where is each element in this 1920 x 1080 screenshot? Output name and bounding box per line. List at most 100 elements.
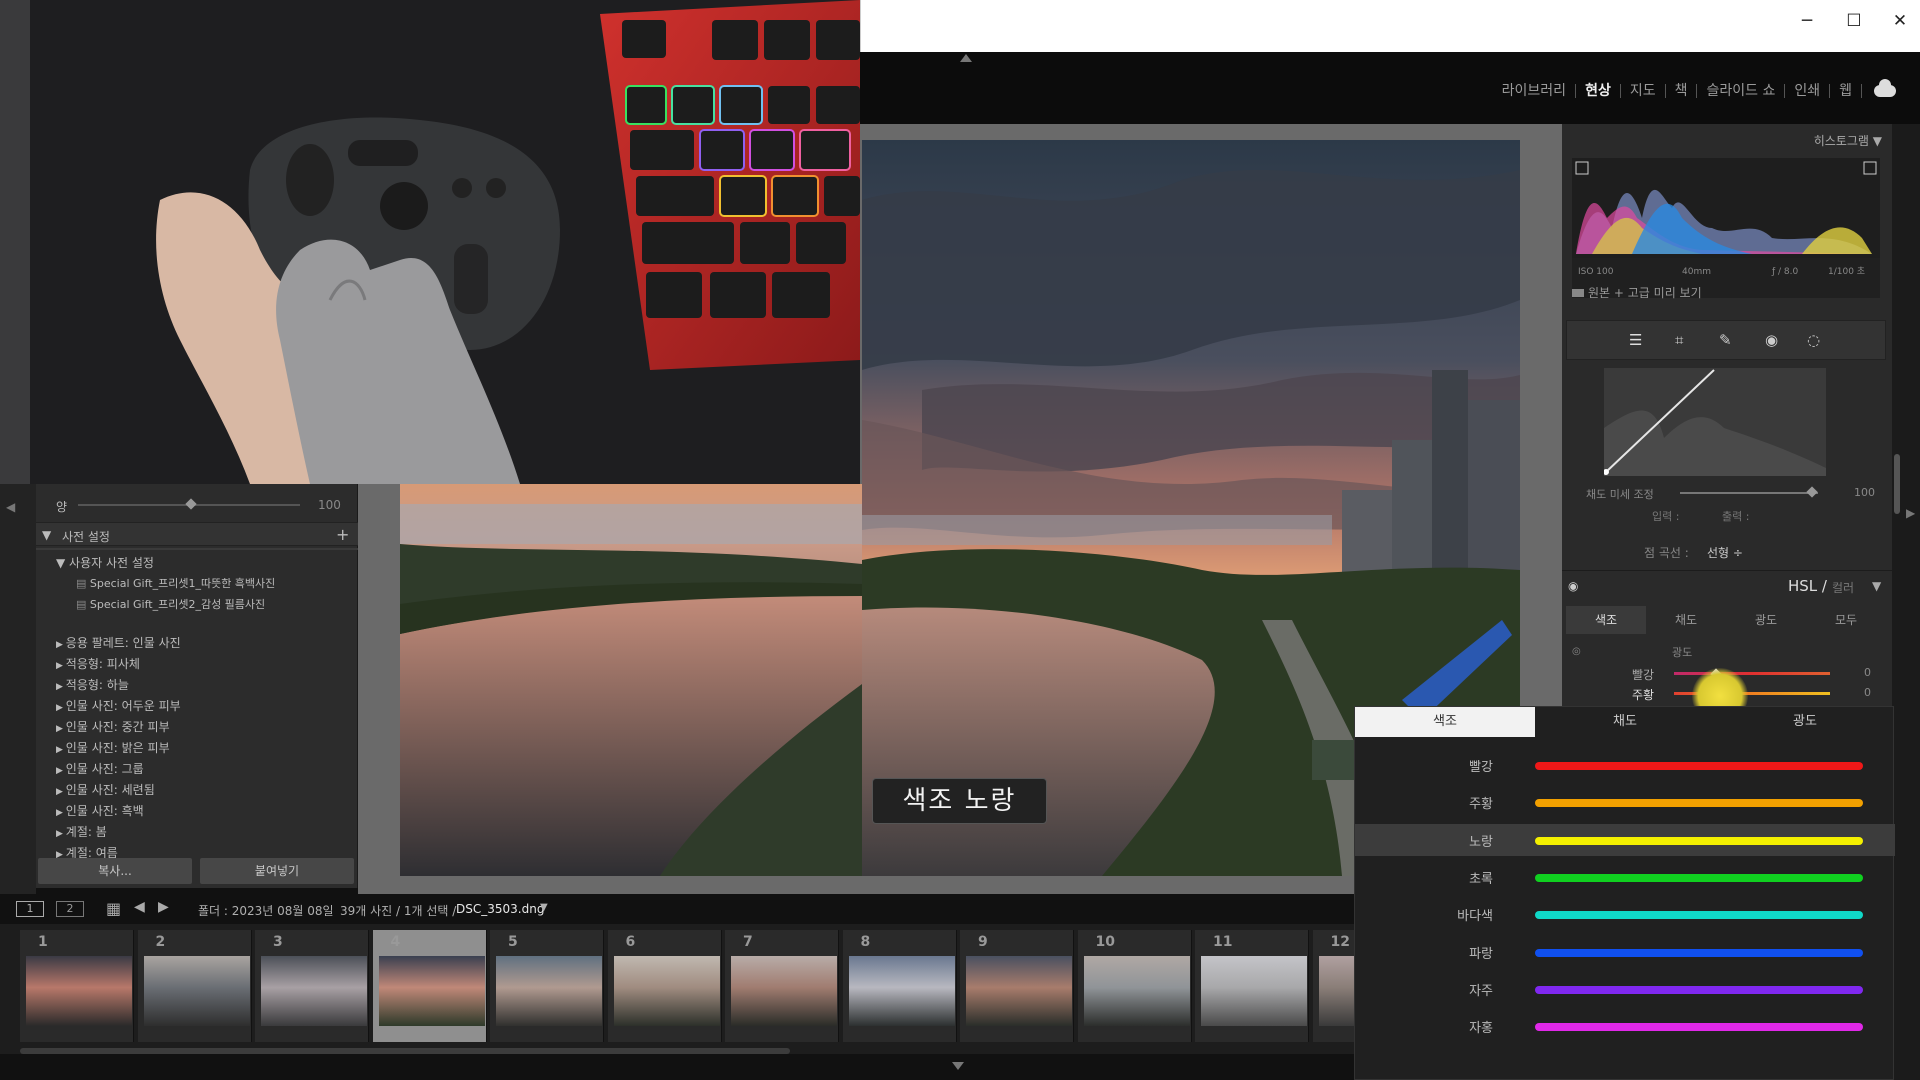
thumbnail-number: 10	[1095, 934, 1115, 950]
collapse-bottom-icon[interactable]	[952, 1062, 964, 1070]
preset-group[interactable]: ▶ 적응형: 피사체	[56, 655, 140, 672]
masking-icon[interactable]: ◌	[1807, 331, 1827, 349]
window-titlebar: ─ ☐ ✕	[860, 0, 1920, 52]
module-tab[interactable]: 책	[1666, 84, 1698, 98]
hsl-color-row[interactable]: 바다색	[1355, 898, 1895, 930]
presets-header[interactable]: ▼ 사전 설정 +	[36, 522, 358, 546]
collapse-top-icon[interactable]	[960, 54, 972, 62]
target-adjust-icon[interactable]: ◎	[1572, 646, 1581, 657]
filmstrip-thumbnail[interactable]: 4	[372, 930, 487, 1042]
hsl-color-row[interactable]: 파랑	[1355, 936, 1895, 968]
color-slider[interactable]	[1535, 948, 1863, 957]
preset-item[interactable]: ▤ Special Gift_프리셋1_따뜻한 흑백사진	[76, 575, 275, 591]
filmstrip-thumbnail[interactable]: 8	[842, 930, 957, 1042]
color-slider[interactable]	[1535, 873, 1863, 882]
minimize-button[interactable]: ─	[1790, 6, 1824, 36]
color-slider[interactable]	[1535, 799, 1863, 808]
preset-group[interactable]: ▶ 적응형: 하늘	[56, 676, 129, 693]
forward-arrow-icon[interactable]: ▶	[158, 899, 169, 915]
module-tab[interactable]: 슬라이드 쇼	[1697, 84, 1786, 98]
module-tab[interactable]: 현상	[1576, 84, 1621, 98]
preset-group[interactable]: ▶ 인물 사진: 그룹	[56, 760, 144, 777]
color-slider[interactable]	[1535, 911, 1863, 920]
overlay-tab-hue[interactable]: 색조	[1355, 707, 1535, 737]
preset-group[interactable]: ▶ 계절: 봄	[56, 823, 107, 840]
preset-group[interactable]: ▶ 인물 사진: 흑백	[56, 802, 144, 819]
hsl-color-row[interactable]: 초록	[1355, 861, 1895, 893]
preset-group[interactable]: ▶ 인물 사진: 중간 피부	[56, 718, 170, 735]
module-tab[interactable]: 라이브러리	[1493, 84, 1577, 98]
module-tab[interactable]: 웹	[1830, 84, 1862, 98]
hsl-tab-saturation[interactable]: 채도	[1646, 606, 1726, 634]
filename-dropdown-icon[interactable]: ▼	[540, 902, 548, 913]
filmstrip-thumbnail[interactable]: 5	[490, 930, 604, 1042]
module-tab[interactable]: 지도	[1621, 84, 1666, 98]
user-presets-group[interactable]: ▼ 사용자 사전 설정	[56, 554, 154, 571]
histogram-title: 히스토그램	[1813, 134, 1869, 148]
cloud-sync-icon[interactable]	[1874, 79, 1896, 97]
filmstrip-thumbnail[interactable]: 2	[137, 930, 252, 1042]
view-2-button[interactable]: 2	[56, 901, 84, 917]
expand-right-icon[interactable]: ▶	[1906, 506, 1915, 520]
preset-item[interactable]: ▤ Special Gift_프리셋2_감성 필름사진	[76, 596, 265, 612]
overlay-tab-luminance[interactable]: 광도	[1715, 707, 1895, 737]
red-eye-icon[interactable]: ◉	[1765, 331, 1785, 349]
add-preset-button[interactable]: +	[336, 525, 349, 544]
folder-label[interactable]: 폴더 : 2023년 08월 08일	[198, 902, 334, 919]
filmstrip-thumbnail[interactable]: 7	[725, 930, 839, 1042]
hsl-header[interactable]: ◉ HSL / 컬러 ▼	[1562, 570, 1892, 600]
maximize-button[interactable]: ☐	[1837, 6, 1871, 36]
point-curve-select[interactable]: 선형 ÷	[1707, 544, 1743, 561]
preview-toggle[interactable]: 원본 + 고급 미리 보기	[1572, 284, 1702, 301]
preset-group[interactable]: ▶ 응용 팔레트: 인물 사진	[56, 634, 181, 651]
back-arrow-icon[interactable]: ◀	[134, 899, 145, 915]
filename-label[interactable]: DSC_3503.dng	[456, 902, 544, 916]
filmstrip-thumbnail[interactable]: 1	[20, 930, 134, 1042]
histogram-header[interactable]: 히스토그램 ▼	[1562, 132, 1882, 149]
filmstrip-thumbnail[interactable]: 3	[255, 930, 369, 1042]
filmstrip-thumbnail[interactable]: 11	[1195, 930, 1309, 1042]
iso-readout: ISO 100	[1578, 267, 1614, 277]
hsl-tab-luminance[interactable]: 광도	[1726, 606, 1806, 634]
color-slider[interactable]	[1535, 1023, 1863, 1032]
amount-slider-thumb[interactable]	[185, 498, 197, 510]
tone-curve[interactable]	[1603, 368, 1826, 476]
filmstrip-scrollbar[interactable]	[20, 1048, 790, 1054]
hsl-tab-all[interactable]: 모두	[1806, 606, 1886, 634]
preset-group[interactable]: ▶ 인물 사진: 어두운 피부	[56, 697, 181, 714]
edit-sliders-icon[interactable]: ☰	[1629, 331, 1649, 349]
color-slider[interactable]	[1535, 762, 1863, 770]
expand-left-icon[interactable]: ◀	[6, 500, 15, 514]
hsl-color-row[interactable]: 주황	[1355, 786, 1895, 818]
overlay-tab-saturation[interactable]: 채도	[1535, 707, 1715, 737]
crop-icon[interactable]: ⌗	[1675, 331, 1695, 349]
paste-button[interactable]: 붙여넣기	[200, 858, 354, 884]
grid-view-icon[interactable]: ▦	[106, 899, 121, 918]
hsl-color-row[interactable]: 노랑	[1355, 823, 1895, 856]
module-tab[interactable]: 인쇄	[1785, 84, 1831, 98]
photo-count: 39개 사진 / 1개 선택 /	[340, 904, 457, 918]
close-button[interactable]: ✕	[1883, 6, 1917, 36]
filmstrip-thumbnail[interactable]: 9	[960, 930, 1074, 1042]
right-scrollbar[interactable]	[1894, 454, 1900, 514]
healing-icon[interactable]: ✎	[1719, 331, 1739, 349]
eye-icon[interactable]: ◉	[1568, 579, 1578, 593]
saturation-fine-thumb[interactable]	[1806, 486, 1818, 498]
hsl-color-row[interactable]: 자홍	[1355, 1010, 1895, 1042]
filmstrip-thumbnail[interactable]: 6	[607, 930, 722, 1042]
color-slider[interactable]	[1535, 836, 1863, 845]
hsl-color-row[interactable]: 자주	[1355, 973, 1895, 1005]
color-slider[interactable]	[1535, 985, 1863, 994]
hsl-row-slider[interactable]	[1674, 672, 1830, 675]
preset-group[interactable]: ▶ 인물 사진: 세련됨	[56, 781, 155, 798]
filmstrip-thumbnail[interactable]: 10	[1077, 930, 1192, 1042]
main-photo-left-part[interactable]	[400, 484, 862, 876]
preset-group[interactable]: ▶ 인물 사진: 밝은 피부	[56, 739, 170, 756]
hsl-tab-hue[interactable]: 색조	[1566, 606, 1646, 634]
saturation-fine-slider[interactable]	[1680, 492, 1818, 494]
view-1-button[interactable]: 1	[16, 901, 44, 917]
copy-button[interactable]: 복사...	[38, 858, 192, 884]
amount-slider[interactable]	[78, 498, 300, 510]
hsl-row-label: 주황	[1632, 688, 1655, 702]
hsl-color-row[interactable]: 빨강	[1355, 749, 1895, 781]
